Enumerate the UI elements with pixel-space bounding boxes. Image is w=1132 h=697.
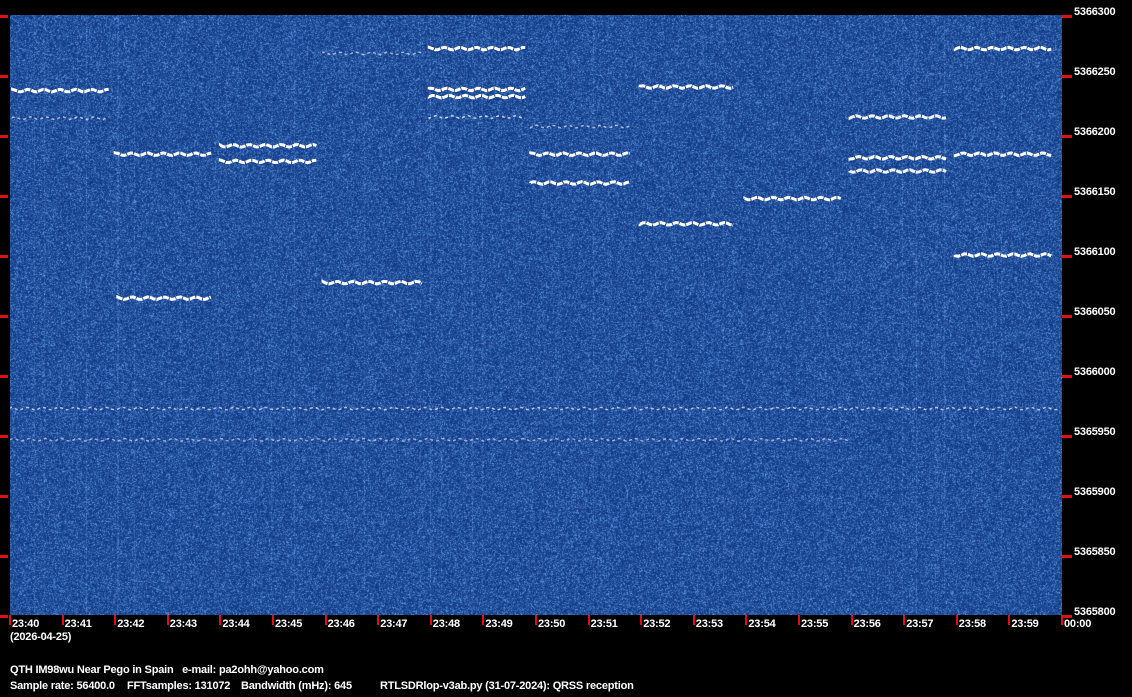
y-tick-label: 5365800	[1074, 606, 1115, 618]
y-tick-label: 5366050	[1074, 306, 1115, 318]
y-tick	[0, 15, 8, 18]
x-tick-label: 23:43	[170, 618, 197, 630]
x-tick-label: 23:48	[433, 618, 460, 630]
x-tick	[325, 615, 327, 625]
y-tick	[1062, 255, 1072, 258]
x-tick	[9, 615, 11, 625]
x-tick-label: 23:50	[538, 618, 565, 630]
y-tick-label: 5366000	[1074, 366, 1115, 378]
y-tick-label: 5365950	[1074, 426, 1115, 438]
x-tick-label: 23:51	[591, 618, 618, 630]
y-tick	[1062, 435, 1072, 438]
y-tick	[1062, 375, 1072, 378]
y-tick	[1062, 75, 1072, 78]
x-tick-label: 23:41	[65, 618, 92, 630]
x-tick-label: 23:53	[696, 618, 723, 630]
y-tick	[1062, 135, 1072, 138]
bandwidth: Bandwidth (mHz): 645	[241, 680, 352, 692]
y-tick	[0, 195, 8, 198]
x-tick	[640, 615, 642, 625]
program-info: RTLSDRlop-v3ab.py (31-07-2024): QRSS rec…	[380, 680, 634, 692]
y-tick	[0, 555, 8, 558]
sample-rate: Sample rate: 56400.0	[10, 680, 115, 692]
x-tick	[956, 615, 958, 625]
x-tick	[482, 615, 484, 625]
x-tick	[114, 615, 116, 625]
y-tick-label: 5365850	[1074, 546, 1115, 558]
fft-samples: FFTsamples: 131072	[127, 680, 230, 692]
y-tick	[0, 615, 8, 618]
x-tick	[745, 615, 747, 625]
y-tick	[0, 435, 8, 438]
x-tick	[535, 615, 537, 625]
x-tick-label: 23:56	[854, 618, 881, 630]
x-tick	[377, 615, 379, 625]
y-tick	[0, 375, 8, 378]
x-tick	[430, 615, 432, 625]
y-tick-label: 5366250	[1074, 66, 1115, 78]
y-tick	[1062, 15, 1072, 18]
x-tick-label: 23:46	[328, 618, 355, 630]
y-tick	[0, 75, 8, 78]
x-tick-label: 23:44	[222, 618, 249, 630]
x-tick	[62, 615, 64, 625]
y-tick	[0, 315, 8, 318]
x-tick	[693, 615, 695, 625]
y-tick	[0, 135, 8, 138]
x-tick-label: 23:42	[117, 618, 144, 630]
y-tick-label: 5366150	[1074, 186, 1115, 198]
x-tick	[167, 615, 169, 625]
x-tick-label: 23:59	[1011, 618, 1038, 630]
y-tick	[1062, 555, 1072, 558]
x-tick-label: 23:54	[748, 618, 775, 630]
y-tick-label: 5366300	[1074, 6, 1115, 18]
x-tick-label: 23:55	[801, 618, 828, 630]
x-tick	[1008, 615, 1010, 625]
x-tick	[219, 615, 221, 625]
x-tick-label: 23:58	[959, 618, 986, 630]
x-tick-label: 23:49	[485, 618, 512, 630]
x-tick-label: 23:40	[12, 618, 39, 630]
y-tick-label: 5366100	[1074, 246, 1115, 258]
x-tick	[798, 615, 800, 625]
x-tick-label: 00:00	[1064, 618, 1091, 630]
qth-info: QTH IM98wu Near Pego in Spain e-mail: pa…	[10, 664, 324, 676]
x-tick-label: 23:45	[275, 618, 302, 630]
x-tick-label: 23:47	[380, 618, 407, 630]
x-tick	[1061, 615, 1063, 625]
y-tick-label: 5366200	[1074, 126, 1115, 138]
axes: 5366300 5366250 5366200 5366150 5366100 53660…	[0, 0, 1132, 697]
y-tick-label: 5365900	[1074, 486, 1115, 498]
y-tick	[1062, 495, 1072, 498]
y-tick	[1062, 195, 1072, 198]
y-tick	[0, 255, 8, 258]
x-tick	[272, 615, 274, 625]
x-tick-label: 23:52	[643, 618, 670, 630]
y-tick	[0, 495, 8, 498]
x-tick	[851, 615, 853, 625]
x-tick	[588, 615, 590, 625]
y-tick	[1062, 315, 1072, 318]
date-label: (2026-04-25)	[10, 631, 71, 643]
x-tick-label: 23:57	[906, 618, 933, 630]
x-tick	[903, 615, 905, 625]
